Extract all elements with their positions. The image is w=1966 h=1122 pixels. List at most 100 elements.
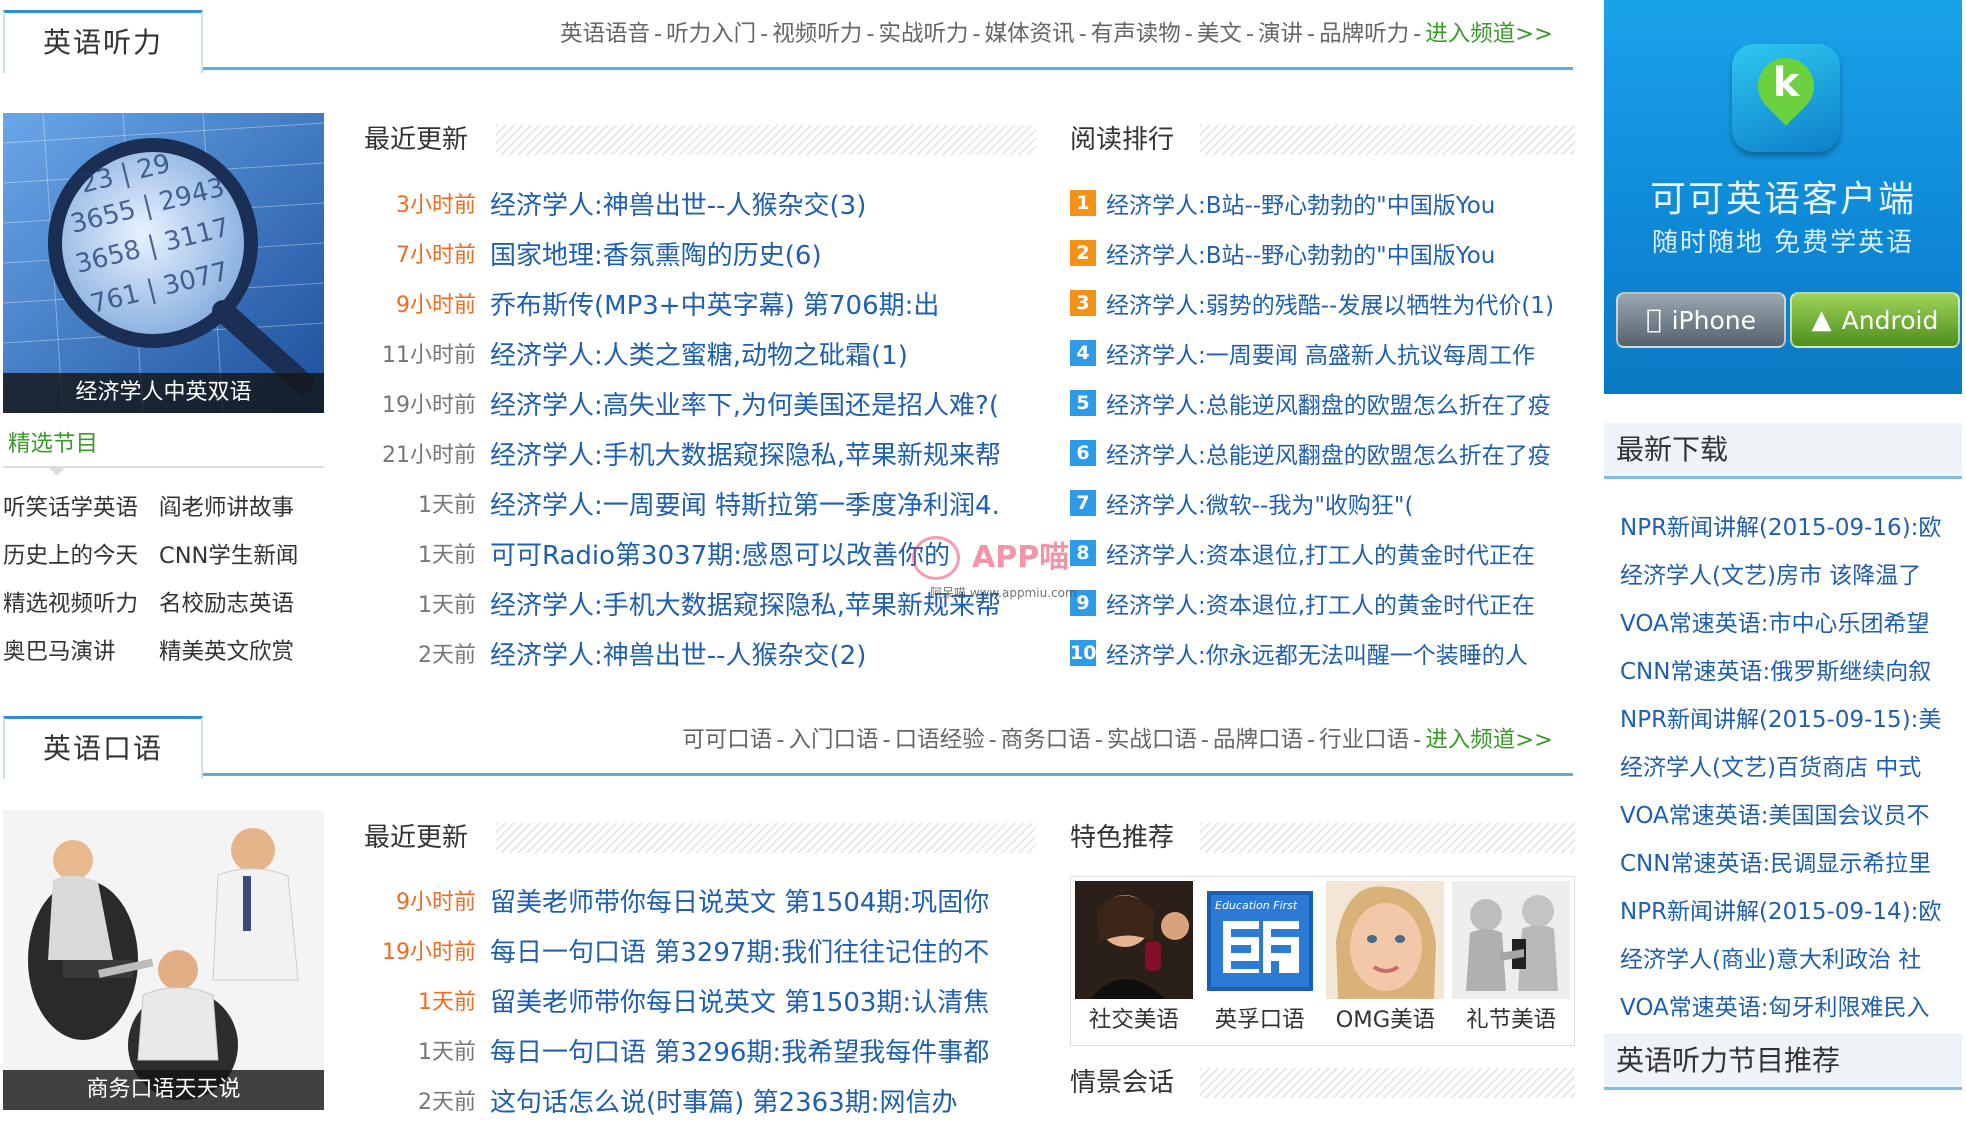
rank-link[interactable]: 经济学人:弱势的残酷--发展以牺牲为代价(1) — [1106, 286, 1554, 320]
rank-link[interactable]: 经济学人:微软--我为"收购狂"( — [1106, 486, 1413, 520]
pick-link[interactable]: 历史上的今天 — [3, 532, 159, 580]
omg-english-image — [1326, 881, 1445, 999]
rank-link[interactable]: 经济学人:B站--野心勃勃的"中国版You — [1106, 236, 1495, 270]
rank-number-badge: 5 — [1070, 390, 1096, 416]
download-link[interactable]: VOA常速英语:匈牙利限难民入 — [1620, 984, 1960, 1032]
feature-caption[interactable]: 商务口语天天说 — [3, 1070, 324, 1110]
featured-label[interactable]: OMG美语 — [1323, 999, 1449, 1041]
pick-link[interactable]: CNN学生新闻 — [159, 532, 324, 580]
enter-channel-link[interactable]: 进入频道>> — [1425, 727, 1553, 753]
news-link[interactable]: 这句话怎么说(时事篇) 第2363期:网信办 — [490, 1082, 957, 1119]
nav-link[interactable]: 品牌听力 — [1319, 21, 1409, 47]
nav-link[interactable]: 入门口语 — [788, 727, 878, 753]
rank-link[interactable]: 经济学人:总能逆风翻盘的欧盟怎么折在了疫 — [1106, 386, 1551, 420]
nav-link[interactable]: 美文 — [1197, 21, 1242, 47]
news-link[interactable]: 经济学人:手机大数据窥探隐私,苹果新规来帮 — [490, 585, 1001, 622]
nav-separator: - — [776, 727, 785, 753]
news-link[interactable]: 经济学人:一周要闻 特斯拉第一季度净利润4. — [490, 485, 1000, 522]
nav-link[interactable]: 可可口语 — [682, 727, 772, 753]
stripe-divider — [496, 823, 1036, 853]
nav-link[interactable]: 口语经验 — [895, 727, 985, 753]
nav-link[interactable]: 有声读物 — [1091, 21, 1181, 47]
featured-label[interactable]: 英孚口语 — [1197, 999, 1323, 1041]
rank-link[interactable]: 经济学人:资本退位,打工人的黄金时代正在 — [1106, 536, 1535, 570]
news-time: 2天前 — [418, 643, 476, 668]
news-link[interactable]: 留美老师带你每日说英文 第1504期:巩固你 — [490, 882, 989, 919]
nav-link[interactable]: 行业口语 — [1319, 727, 1409, 753]
news-link[interactable]: 留美老师带你每日说英文 第1503期:认清焦 — [490, 982, 989, 1019]
rank-link[interactable]: 经济学人:一周要闻 高盛新人抗议每周工作 — [1106, 336, 1535, 370]
nav-link[interactable]: 媒体资讯 — [985, 21, 1075, 47]
nav-link[interactable]: 实战口语 — [1107, 727, 1197, 753]
listening-tab[interactable]: 英语听力 — [3, 10, 203, 73]
listening-nav: 英语语音 - 听力入门 - 视频听力 - 实战听力 - 媒体资讯 - 有声读物 - 美文 - 演讲 - 品牌听力… — [560, 10, 1553, 70]
news-link[interactable]: 每日一句口语 第3297期:我们往往记住的不 — [490, 932, 989, 969]
nav-link[interactable]: 视频听力 — [772, 21, 862, 47]
enter-channel-link[interactable]: 进入频道>> — [1425, 21, 1553, 47]
etiquette-english-image — [1452, 881, 1571, 999]
nav-separator: - — [1200, 727, 1209, 753]
download-link[interactable]: VOA常速英语:美国国会议员不 — [1620, 792, 1960, 840]
rank-link[interactable]: 经济学人:总能逆风翻盘的欧盟怎么折在了疫 — [1106, 436, 1551, 470]
nav-link[interactable]: 听力入门 — [666, 21, 756, 47]
news-link[interactable]: 经济学人:人类之蜜糖,动物之砒霜(1) — [490, 335, 908, 372]
news-link[interactable]: 可可Radio第3037期:感恩可以改善你的 — [490, 535, 950, 572]
stripe-divider — [496, 125, 1036, 155]
iphone-download-button[interactable]:  iPhone — [1616, 292, 1786, 348]
download-link[interactable]: NPR新闻讲解(2015-09-15):美 — [1620, 696, 1960, 744]
news-link[interactable]: 经济学人:神兽出世--人猴杂交(3) — [490, 185, 866, 222]
app-banner[interactable]: k 可可英语客户端 随时随地 免费学英语  iPhone ▲ Android — [1604, 0, 1962, 394]
pick-link[interactable]: 听笑话学英语 — [3, 484, 159, 532]
featured-item[interactable]: Education First 英孚口语 — [1197, 877, 1323, 1045]
featured-item[interactable]: OMG美语 — [1323, 877, 1449, 1045]
nav-link[interactable]: 英语语音 — [560, 21, 650, 47]
news-link[interactable]: 经济学人:高失业率下,为何美国还是招人难?( — [490, 385, 999, 422]
pick-link[interactable]: 名校励志英语 — [159, 580, 324, 628]
rank-title: 阅读排行 — [1070, 125, 1175, 155]
download-link[interactable]: CNN常速英语:俄罗斯继续向叙 — [1620, 648, 1960, 696]
rank-row: 3 经济学人:弱势的残酷--发展以牺牲为代价(1) — [1070, 278, 1575, 328]
news-link[interactable]: 经济学人:手机大数据窥探隐私,苹果新规来帮 — [490, 435, 1001, 472]
nav-link[interactable]: 演讲 — [1258, 21, 1303, 47]
business-feature-image[interactable]: 商务口语天天说 — [3, 810, 324, 1110]
pick-link[interactable]: 阎老师讲故事 — [159, 484, 324, 532]
news-link[interactable]: 乔布斯传(MP3+中英字幕) 第706期:出 — [490, 285, 939, 322]
featured-item[interactable]: 社交美语 — [1071, 877, 1197, 1045]
news-time: 1天前 — [418, 543, 476, 568]
download-link[interactable]: CNN常速英语:民调显示希拉里 — [1620, 840, 1960, 888]
magnifier-spreadsheet-image: 23 | 29 3655 | 2943 3658 | 3117 761 | 30… — [3, 113, 324, 413]
rank-number-badge: 6 — [1070, 440, 1096, 466]
news-row: 2天前 经济学人:神兽出世--人猴杂交(2) — [364, 628, 1036, 678]
news-link[interactable]: 每日一句口语 第3296期:我希望我每件事都 — [490, 1032, 989, 1069]
nav-link[interactable]: 品牌口语 — [1213, 727, 1303, 753]
download-link[interactable]: NPR新闻讲解(2015-09-14):欧 — [1620, 888, 1960, 936]
android-download-button[interactable]: ▲ Android — [1790, 292, 1960, 348]
pick-link[interactable]: 精选视频听力 — [3, 580, 159, 628]
nav-link[interactable]: 商务口语 — [1001, 727, 1091, 753]
download-link[interactable]: 经济学人(文艺)房市 该降温了 — [1620, 552, 1960, 600]
pick-link[interactable]: 奥巴马演讲 — [3, 628, 159, 676]
featured-item[interactable]: 礼节美语 — [1448, 877, 1574, 1045]
nav-separator: - — [882, 727, 891, 753]
news-row: 19小时前 每日一句口语 第3297期:我们往往记住的不 — [364, 925, 1036, 975]
featured-title: 特色推荐 — [1070, 823, 1175, 853]
rank-link[interactable]: 经济学人:你永远都无法叫醒一个装睡的人 — [1106, 636, 1528, 670]
speaking-tab[interactable]: 英语口语 — [3, 716, 203, 779]
news-link[interactable]: 经济学人:神兽出世--人猴杂交(2) — [490, 635, 866, 672]
download-link[interactable]: 经济学人(文艺)百货商店 中式 — [1620, 744, 1960, 792]
rank-link[interactable]: 经济学人:B站--野心勃勃的"中国版You — [1106, 186, 1495, 220]
download-link[interactable]: NPR新闻讲解(2015-09-16):欧 — [1620, 504, 1960, 552]
featured-label[interactable]: 社交美语 — [1071, 999, 1197, 1041]
featured-label[interactable]: 礼节美语 — [1448, 999, 1574, 1041]
stripe-divider — [1200, 125, 1575, 155]
news-link[interactable]: 国家地理:香氛熏陶的历史(6) — [490, 235, 822, 272]
economist-feature-image[interactable]: 23 | 29 3655 | 2943 3658 | 3117 761 | 30… — [3, 113, 324, 413]
nav-link[interactable]: 实战听力 — [878, 21, 968, 47]
feature-caption[interactable]: 经济学人中英双语 — [3, 373, 324, 413]
pick-link[interactable]: 精美英文欣赏 — [159, 628, 324, 676]
news-row: 21小时前 经济学人:手机大数据窥探隐私,苹果新规来帮 — [364, 428, 1036, 478]
download-link[interactable]: 经济学人(商业)意大利政治 社 — [1620, 936, 1960, 984]
rank-link[interactable]: 经济学人:资本退位,打工人的黄金时代正在 — [1106, 586, 1535, 620]
speaking-nav: 可可口语 - 入门口语 - 口语经验 - 商务口语 - 实战口语 - 品牌口语 - 行业口语 - 进入频道>… — [682, 716, 1553, 776]
download-link[interactable]: VOA常速英语:市中心乐团希望 — [1620, 600, 1960, 648]
